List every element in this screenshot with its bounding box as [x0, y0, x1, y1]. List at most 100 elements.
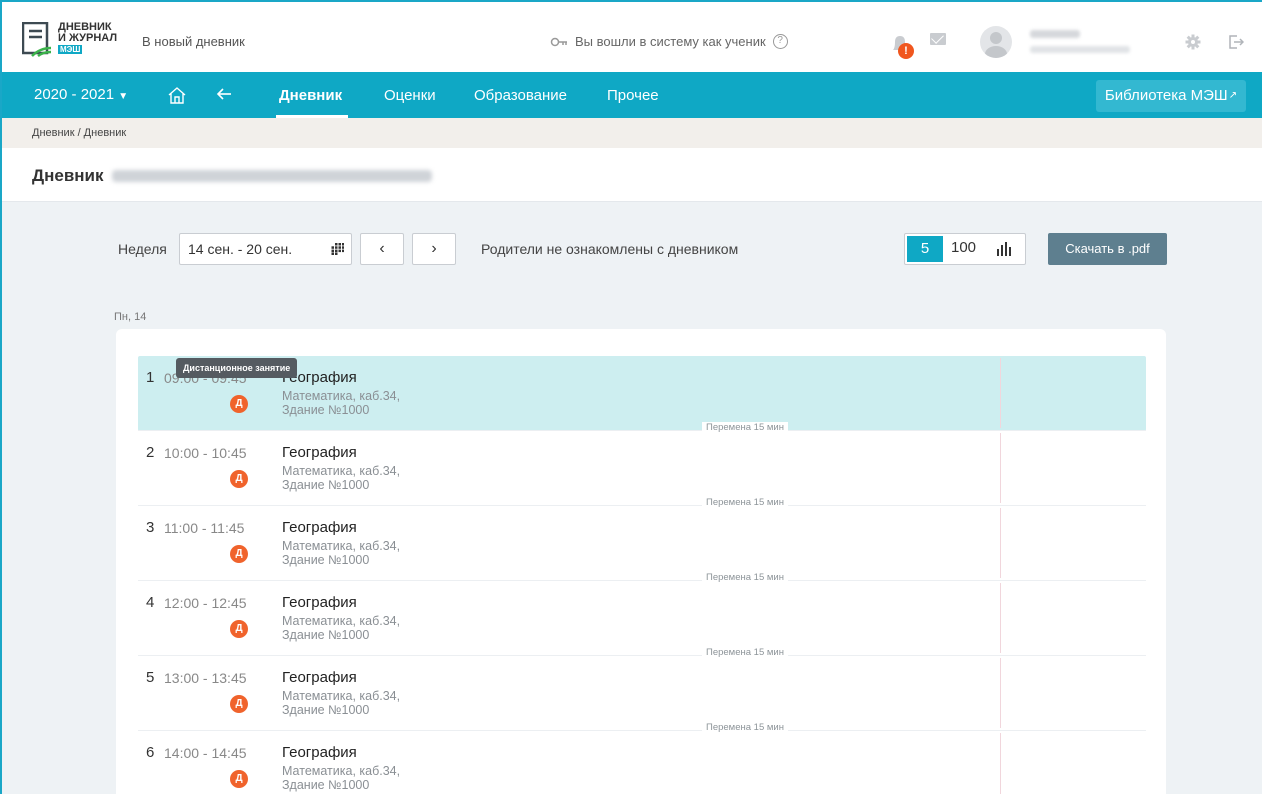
lesson-row[interactable]: 2 10:00 - 10:45 Д География Математика, каб.…	[138, 431, 1146, 506]
room-line2: Здание №1000	[282, 403, 370, 417]
distance-badge[interactable]: Д	[230, 620, 248, 638]
library-label: Библиотека МЭШ	[1104, 87, 1228, 104]
break-divider	[138, 655, 1146, 656]
room-line1: Математика, каб.34,	[282, 389, 401, 403]
lesson-subject[interactable]: География	[282, 594, 357, 611]
external-link-icon: ↗	[1228, 90, 1238, 101]
new-diary-link[interactable]: В новый дневник	[142, 34, 245, 49]
parents-status: Родители не ознакомлены с дневником	[481, 241, 739, 257]
break-divider	[138, 580, 1146, 581]
room-line2: Здание №1000	[282, 553, 370, 567]
year-value: 2020 - 2021	[34, 86, 115, 103]
calendar-grid-icon[interactable]	[330, 243, 344, 255]
lesson-room: Математика, каб.34, Здание №1000	[282, 764, 400, 792]
column-divider	[1000, 358, 1001, 428]
break-divider	[138, 505, 1146, 506]
distance-badge[interactable]: Д	[230, 395, 248, 413]
gear-icon[interactable]	[1185, 34, 1201, 50]
lesson-row[interactable]: 3 11:00 - 11:45 Д География Математика, каб.…	[138, 506, 1146, 581]
column-divider	[1000, 583, 1001, 653]
notification-badge: !	[898, 43, 914, 59]
lesson-subject[interactable]: География	[282, 444, 357, 461]
chevron-right-icon: ›	[431, 240, 437, 257]
room-line2: Здание №1000	[282, 628, 370, 642]
library-button[interactable]: Библиотека МЭШ↗	[1096, 80, 1246, 112]
lesson-room: Математика, каб.34, Здание №1000	[282, 614, 400, 642]
chevron-down-icon: ▼	[118, 91, 129, 102]
logo-text[interactable]: ДНЕВНИК И ЖУРНАЛ МЭШ	[58, 22, 117, 55]
break-label: Перемена 15 мин	[702, 497, 788, 508]
break-label: Перемена 15 мин	[702, 722, 788, 733]
break-label: Перемена 15 мин	[702, 572, 788, 583]
distance-badge[interactable]: Д	[230, 470, 248, 488]
page-title: Дневник	[32, 166, 104, 185]
key-icon	[550, 37, 567, 46]
week-label: Неделя	[118, 241, 167, 257]
room-line1: Математика, каб.34,	[282, 464, 401, 478]
column-divider	[1000, 433, 1001, 503]
logo-icon[interactable]	[22, 22, 52, 58]
lesson-time: 10:00 - 10:45	[164, 445, 247, 461]
download-pdf-button[interactable]: Скачать в .pdf	[1048, 233, 1167, 265]
student-name-redacted	[112, 170, 432, 182]
prev-week-button[interactable]: ‹	[360, 233, 404, 265]
lesson-number: 6	[146, 744, 155, 761]
lesson-subject[interactable]: География	[282, 519, 357, 536]
year-selector[interactable]: 2020 - 2021 ▼	[34, 86, 128, 103]
scale-5-option[interactable]: 5	[907, 236, 943, 262]
lesson-subject[interactable]: География	[282, 744, 357, 761]
lesson-row[interactable]: 5 13:00 - 13:45 Д География Математика, каб.…	[138, 656, 1146, 731]
distance-badge[interactable]: Д	[230, 545, 248, 563]
scale-100-option[interactable]: 100	[951, 239, 976, 256]
distance-badge[interactable]: Д	[230, 695, 248, 713]
logout-icon[interactable]	[1228, 34, 1244, 50]
breadcrumb[interactable]: Дневник / Дневник	[2, 118, 1262, 148]
avatar[interactable]	[980, 26, 1012, 58]
lesson-number: 2	[146, 444, 155, 461]
lesson-number: 5	[146, 669, 155, 686]
nav-education[interactable]: Образование	[474, 87, 567, 104]
back-arrow-icon[interactable]	[216, 86, 232, 102]
column-divider	[1000, 508, 1001, 578]
room-line1: Математика, каб.34,	[282, 614, 401, 628]
room-line2: Здание №1000	[282, 478, 370, 492]
nav-other[interactable]: Прочее	[607, 87, 659, 104]
nav-diary[interactable]: Дневник	[279, 87, 342, 104]
bar-chart-icon[interactable]	[997, 242, 1011, 256]
week-value: 14 сен. - 20 сен.	[188, 241, 293, 257]
main-nav: 2020 - 2021 ▼ Дневник Оценки Образование…	[2, 72, 1262, 118]
room-line2: Здание №1000	[282, 703, 370, 717]
grade-scale-toggle: 5 100	[904, 233, 1026, 265]
lesson-time: 13:00 - 13:45	[164, 670, 247, 686]
help-icon[interactable]: ?	[772, 34, 788, 49]
login-info-text: Вы вошли в систему как ученик	[575, 34, 766, 49]
home-icon[interactable]	[167, 86, 187, 104]
room-line1: Математика, каб.34,	[282, 539, 401, 553]
tooltip: Дистанционное занятие	[176, 358, 298, 378]
title-bar: Дневник	[2, 148, 1262, 202]
week-picker[interactable]: 14 сен. - 20 сен.	[179, 233, 352, 265]
lesson-room: Математика, каб.34, Здание №1000	[282, 464, 400, 492]
column-divider	[1000, 733, 1001, 794]
lesson-row[interactable]: 6 14:00 - 14:45 Д География Математика, каб.…	[138, 731, 1146, 794]
break-divider	[138, 430, 1146, 431]
logo-badge: МЭШ	[58, 45, 83, 54]
mail-icon[interactable]	[930, 33, 946, 45]
lesson-number: 3	[146, 519, 155, 536]
room-line2: Здание №1000	[282, 778, 370, 792]
lesson-number: 1	[146, 369, 155, 386]
login-info: Вы вошли в систему как ученик ?	[550, 34, 788, 49]
next-week-button[interactable]: ›	[412, 233, 456, 265]
lesson-room: Математика, каб.34, Здание №1000	[282, 689, 400, 717]
lesson-subject[interactable]: География	[282, 669, 357, 686]
break-divider	[138, 730, 1146, 731]
user-name-redacted[interactable]	[1030, 30, 1080, 38]
lesson-time: 14:00 - 14:45	[164, 745, 247, 761]
nav-grades[interactable]: Оценки	[384, 87, 436, 104]
break-label: Перемена 15 мин	[702, 647, 788, 658]
lesson-row[interactable]: 4 12:00 - 12:45 Д География Математика, каб.…	[138, 581, 1146, 656]
distance-badge[interactable]: Д	[230, 770, 248, 788]
lesson-room: Математика, каб.34, Здание №1000	[282, 539, 400, 567]
lesson-number: 4	[146, 594, 155, 611]
break-label: Перемена 15 мин	[702, 422, 788, 433]
